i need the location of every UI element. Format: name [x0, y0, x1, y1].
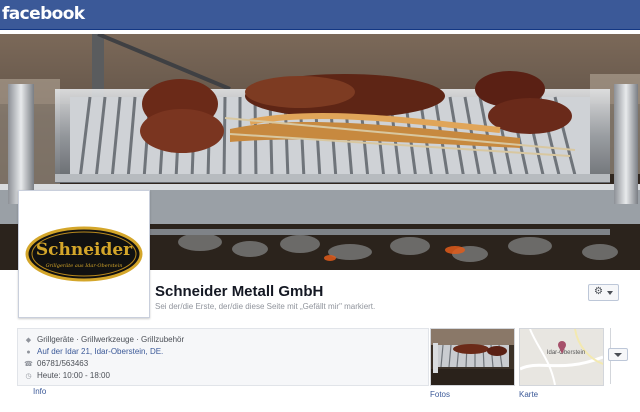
gear-icon: ⚙	[594, 286, 603, 297]
tag-icon: ◆	[25, 337, 32, 344]
map-place-text: Idar-Oberstein	[547, 350, 585, 356]
top-bar: facebook	[0, 0, 640, 30]
settings-button[interactable]: ⚙	[588, 284, 619, 301]
map-label[interactable]: Karte	[519, 390, 538, 399]
info-phone-row: ☎ 06781/563463	[24, 359, 88, 368]
info-category: Grillgeräte · Grillwerkzeuge · Grillzube…	[37, 335, 185, 344]
facebook-logo[interactable]: facebook	[2, 4, 85, 24]
page-title[interactable]: Schneider Metall GmbH	[155, 283, 323, 300]
info-hours-row: ◷ Heute: 10:00 - 18:00	[24, 371, 110, 380]
info-box: ◆ Grillgeräte · Grillwerkzeuge · Grillzub…	[17, 328, 429, 386]
info-hours: Heute: 10:00 - 18:00	[37, 371, 110, 380]
info-address-row: ● Auf der Idar 21, Idar-Oberstein, DE.	[24, 347, 163, 356]
more-apps-button[interactable]	[608, 348, 628, 361]
profile-picture[interactable]: Schneider Grillgeräte aus Idar-Oberstein	[18, 190, 150, 318]
page-subtitle: Sei der/die Erste, der/die diese Seite m…	[155, 302, 376, 311]
map-pin-icon: ●	[26, 349, 31, 356]
photos-thumbnail[interactable]	[430, 328, 515, 386]
photos-label[interactable]: Fotos	[430, 390, 450, 399]
chevron-down-icon	[614, 353, 622, 357]
profile-logo-tagline: Grillgeräte aus Idar-Oberstein	[46, 263, 123, 269]
phone-icon: ☎	[24, 361, 33, 368]
info-address-link[interactable]: Auf der Idar 21, Idar-Oberstein, DE.	[37, 347, 163, 356]
profile-logo-text: Schneider	[36, 240, 133, 260]
info-category-row: ◆ Grillgeräte · Grillwerkzeuge · Grillzub…	[24, 335, 184, 344]
map-thumbnail[interactable]: Idar-Oberstein	[519, 328, 604, 386]
clock-icon: ◷	[25, 373, 32, 380]
info-phone: 06781/563463	[37, 359, 89, 368]
chevron-down-icon	[607, 291, 613, 295]
info-link[interactable]: Info	[33, 387, 46, 396]
